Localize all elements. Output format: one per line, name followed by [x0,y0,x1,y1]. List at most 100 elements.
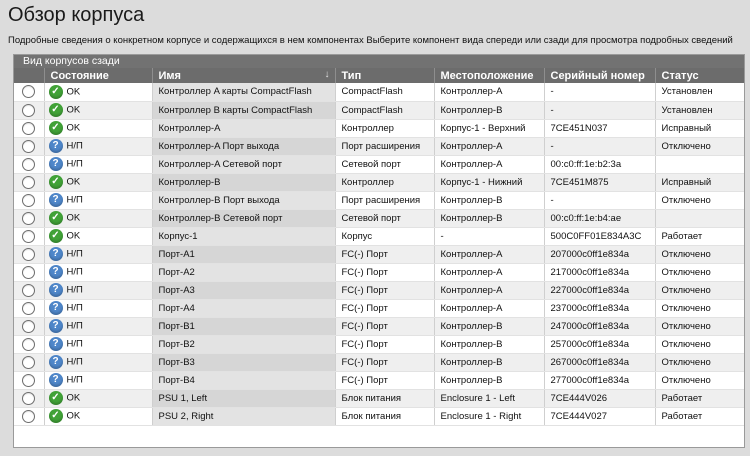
row-select-radio[interactable] [22,211,36,225]
status-text-cell [655,209,744,228]
table-row[interactable]: ? Н/П Порт-B4 FC(-) Порт Контроллер-B 277000c… [14,371,744,390]
row-select-radio[interactable] [22,355,36,369]
name-cell: Контроллер-B Сетевой порт [152,209,336,228]
row-select-radio[interactable] [22,391,36,405]
table-row[interactable]: ? Н/П Контроллер-A Порт выхода Порт расшире… [14,137,744,156]
header-serial[interactable]: Серийный номер [544,68,656,83]
table-row[interactable]: ✓ OK Контроллер-B Сетевой порт Сетевой порт… [14,209,744,228]
state-cell: ? Н/П [44,335,153,354]
row-select-cell [14,353,45,372]
row-select-radio[interactable] [22,121,36,135]
ok-check-icon: ✓ [48,211,63,225]
header-status[interactable]: Статус [655,68,744,83]
table-row[interactable]: ✓ OK Контроллер B карты CompactFlash Compac… [14,101,744,120]
serial-cell: - [544,83,656,102]
table-row[interactable]: ✓ OK PSU 2, Right Блок питания Enclosure 1 -… [14,407,744,426]
serial-cell: 247000c0ff1e834a [544,317,656,336]
row-select-radio[interactable] [22,265,36,279]
table-row[interactable]: ? Н/П Порт-A3 FC(-) Порт Контроллер-A 227000c… [14,281,744,300]
status-text-cell: Работает [655,227,744,246]
name-cell: Контроллер-A Сетевой порт [152,155,336,174]
header-state[interactable]: Состояние [44,68,153,83]
location-cell: Контроллер-B [434,191,545,210]
table-row[interactable]: ✓ OK PSU 1, Left Блок питания Enclosure 1 - … [14,389,744,408]
name-cell: Контроллер-A Порт выхода [152,137,336,156]
header-type[interactable]: Тип [335,68,435,83]
row-select-radio[interactable] [22,193,36,207]
row-select-cell [14,191,45,210]
row-select-radio[interactable] [22,409,36,423]
location-cell: Контроллер-B [434,317,545,336]
serial-cell: 237000c0ff1e834a [544,299,656,318]
row-select-radio[interactable] [22,373,36,387]
sort-down-icon: ↓ [324,69,330,80]
location-cell: Корпус-1 - Верхний [434,119,545,138]
page-title: Обзор корпуса [8,4,145,26]
ok-check-icon: ✓ [48,229,63,243]
ok-check-icon: ✓ [48,175,63,189]
enclosure-rear-view-panel: Вид корпусов сзади Состояние Имя ↓ Тип М… [13,54,745,448]
question-icon: ? [48,373,63,387]
name-cell: Порт-A2 [152,263,336,282]
row-select-radio[interactable] [22,139,36,153]
name-cell: Корпус-1 [152,227,336,246]
type-cell: Сетевой порт [335,155,435,174]
status-text-cell: Отключено [655,137,744,156]
state-text: OK [66,122,81,134]
row-select-radio[interactable] [22,301,36,315]
table-row[interactable]: ? Н/П Порт-A1 FC(-) Порт Контроллер-A 207000c… [14,245,744,264]
state-text: Н/П [66,194,83,206]
state-cell: ? Н/П [44,191,153,210]
header-name[interactable]: Имя ↓ [152,68,336,83]
panel-title: Вид корпусов сзади [14,55,744,68]
table-header-row: Состояние Имя ↓ Тип Местоположение Серий… [14,68,744,83]
question-icon: ? [48,355,63,369]
status-text-cell: Работает [655,407,744,426]
table-row[interactable]: ? Н/П Порт-B3 FC(-) Порт Контроллер-B 267000c… [14,353,744,372]
status-text-cell: Работает [655,389,744,408]
serial-cell: 00:c0:ff:1e:b2:3a [544,155,656,174]
table-row[interactable]: ✓ OK Контроллер A карты CompactFlash Compac… [14,83,744,102]
name-cell: Контроллер-A [152,119,336,138]
table-row[interactable]: ? Н/П Порт-A2 FC(-) Порт Контроллер-A 217000c… [14,263,744,282]
table-row[interactable]: ✓ OK Корпус-1 Корпус -500C0FF01E834A3C Работа… [14,227,744,246]
state-cell: ✓ OK [44,389,153,408]
serial-cell: 7CE444V026 [544,389,656,408]
row-select-radio[interactable] [22,157,36,171]
row-select-radio[interactable] [22,229,36,243]
type-cell: FC(-) Порт [335,317,435,336]
location-cell: - [434,227,545,246]
table-row[interactable]: ✓ OK Контроллер-B Контроллер Корпус-1 - Нижн… [14,173,744,192]
row-select-cell [14,263,45,282]
state-cell: ? Н/П [44,245,153,264]
row-select-radio[interactable] [22,103,36,117]
question-icon: ? [48,337,63,351]
location-cell: Контроллер-A [434,155,545,174]
table-row[interactable]: ? Н/П Контроллер-B Порт выхода Порт расшире… [14,191,744,210]
table-row[interactable]: ? Н/П Порт-B2 FC(-) Порт Контроллер-B 257000c… [14,335,744,354]
state-text: OK [66,176,81,188]
question-icon: ? [48,157,63,171]
state-text: OK [66,230,81,242]
header-name-label: Имя [158,69,181,82]
name-cell: Порт-A4 [152,299,336,318]
row-select-radio[interactable] [22,85,36,99]
table-row[interactable]: ✓ OK Контроллер-A Контроллер Корпус-1 - Верх… [14,119,744,138]
name-cell: Порт-B1 [152,317,336,336]
state-cell: ✓ OK [44,119,153,138]
table-row[interactable]: ? Н/П Контроллер-A Сетевой порт Сетевой пор… [14,155,744,174]
name-cell: PSU 2, Right [152,407,336,426]
state-cell: ✓ OK [44,101,153,120]
row-select-radio[interactable] [22,337,36,351]
header-location[interactable]: Местоположение [434,68,545,83]
table-row[interactable]: ? Н/П Порт-A4 FC(-) Порт Контроллер-A 237000c… [14,299,744,318]
row-select-radio[interactable] [22,175,36,189]
state-cell: ? Н/П [44,317,153,336]
name-cell: Порт-A3 [152,281,336,300]
serial-cell: 7CE444V027 [544,407,656,426]
row-select-radio[interactable] [22,247,36,261]
table-row[interactable]: ? Н/П Порт-B1 FC(-) Порт Контроллер-B 247000c… [14,317,744,336]
row-select-radio[interactable] [22,319,36,333]
row-select-radio[interactable] [22,283,36,297]
location-cell: Контроллер-A [434,281,545,300]
